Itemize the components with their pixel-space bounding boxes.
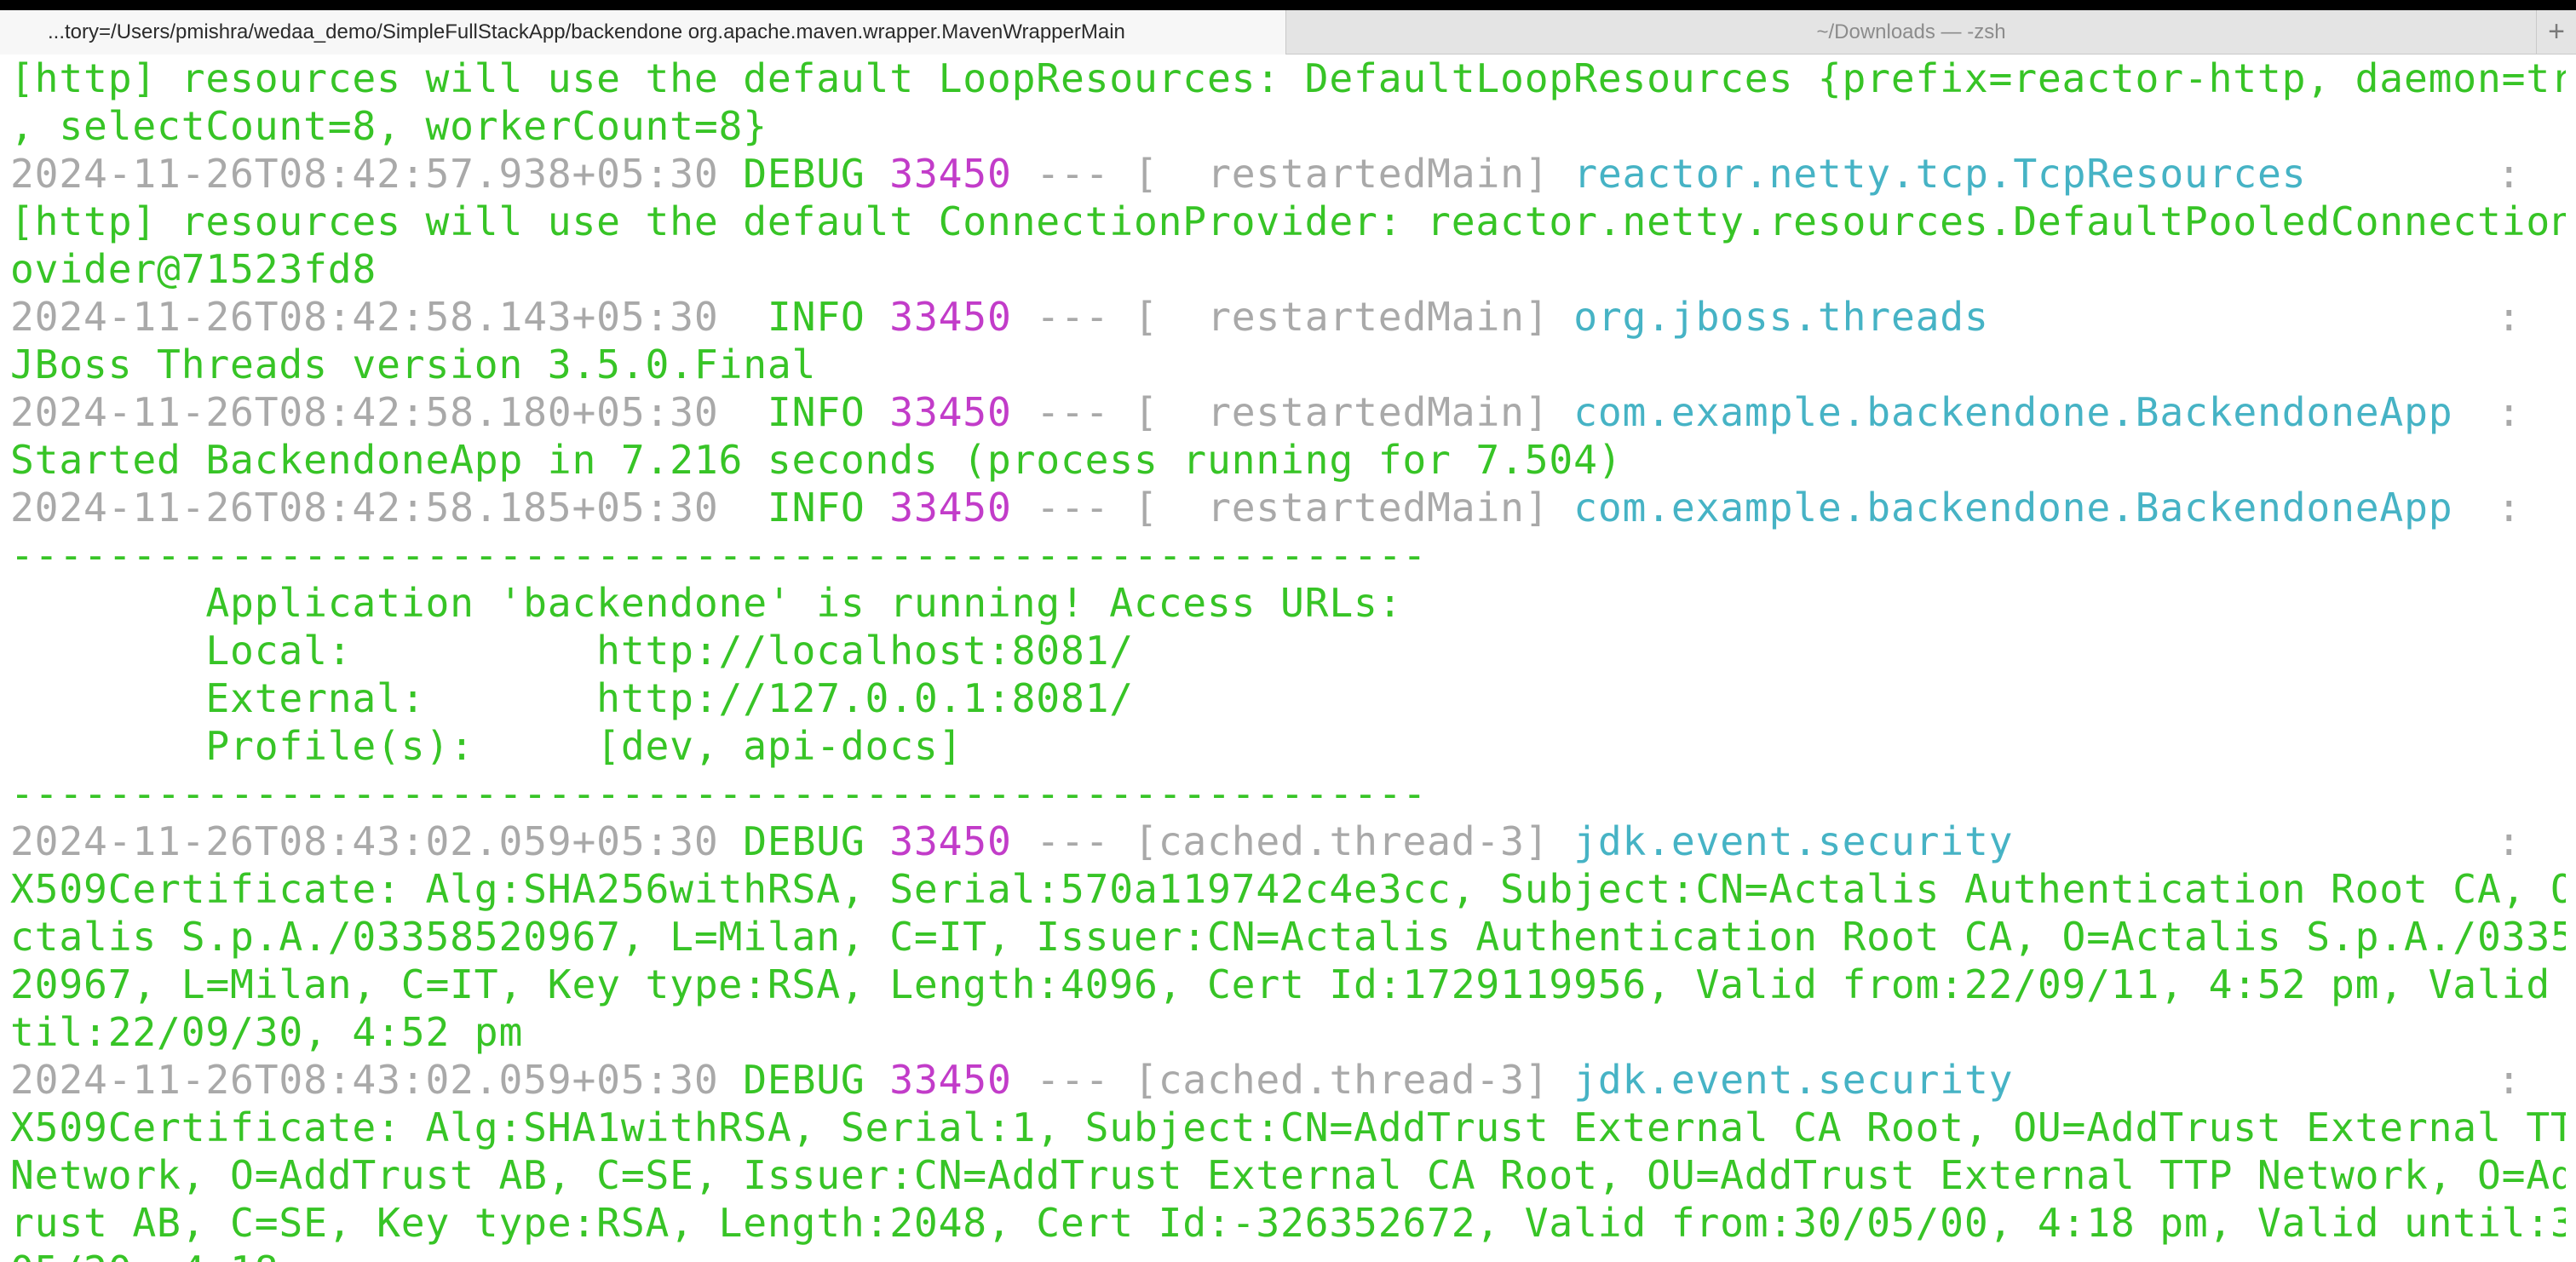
log-separator: --- — [1036, 485, 1110, 531]
log-timestamp: 2024-11-26T08:43:02.059+05:30 — [10, 818, 719, 864]
log-colon: : — [2497, 818, 2521, 864]
log-message-line: Started BackendoneApp in 7.216 seconds (… — [10, 437, 1623, 483]
log-header-line: 2024-11-26T08:42:57.938+05:30 DEBUG 3345… — [10, 150, 2566, 198]
log-pid: 33450 — [889, 389, 1012, 435]
log-colon: : — [2497, 1057, 2521, 1103]
log-level: DEBUG — [743, 151, 865, 197]
log-colon: : — [2497, 151, 2521, 197]
log-thread: [ restartedMain] — [1134, 294, 1550, 340]
log-message-line: [http] resources will use the default Lo… — [10, 55, 2566, 101]
log-message-line: til:22/09/30, 4:52 pm — [10, 1009, 524, 1055]
log-timestamp: 2024-11-26T08:42:57.938+05:30 — [10, 151, 719, 197]
log-thread: [ restartedMain] — [1134, 485, 1550, 531]
terminal-output[interactable]: [http] resources will use the default Lo… — [10, 54, 2566, 1262]
log-message-line: Application 'backendone' is running! Acc… — [10, 580, 1403, 626]
log-message-line: ----------------------------------------… — [10, 532, 1428, 578]
log-pid: 33450 — [889, 1057, 1012, 1103]
log-message-line: 20967, L=Milan, C=IT, Key type:RSA, Leng… — [10, 961, 2566, 1007]
log-logger: jdk.event.security — [1573, 1057, 2014, 1103]
log-message-line: Network, O=AddTrust AB, C=SE, Issuer:CN=… — [10, 1152, 2566, 1198]
log-colon: : — [2497, 485, 2521, 531]
log-logger: reactor.netty.tcp.TcpResources — [1573, 151, 2307, 197]
log-thread: [ restartedMain] — [1134, 389, 1550, 435]
log-separator: --- — [1036, 818, 1110, 864]
log-message-line: External: http://127.0.0.1:8081/ — [10, 675, 1134, 721]
log-message-line: X509Certificate: Alg:SHA256withRSA, Seri… — [10, 866, 2566, 912]
menu-bar-strip — [0, 0, 2576, 10]
log-message-line: ctalis S.p.A./03358520967, L=Milan, C=IT… — [10, 914, 2566, 960]
log-thread: [cached.thread-3] — [1134, 1057, 1550, 1103]
plus-icon: + — [2548, 15, 2565, 48]
tab-bar: ...tory=/Users/pmishra/wedaa_demo/Simple… — [0, 10, 2576, 54]
log-logger: com.example.backendone.BackendoneApp — [1573, 389, 2453, 435]
log-header-line: 2024-11-26T08:42:58.185+05:30 INFO 33450… — [10, 484, 2566, 531]
log-pid: 33450 — [889, 818, 1012, 864]
log-level: DEBUG — [743, 1057, 865, 1103]
log-message-line: rust AB, C=SE, Key type:RSA, Length:2048… — [10, 1200, 2566, 1246]
log-logger: jdk.event.security — [1573, 818, 2014, 864]
log-level: INFO — [743, 389, 865, 435]
log-header-line: 2024-11-26T08:43:02.059+05:30 DEBUG 3345… — [10, 817, 2566, 865]
log-pid: 33450 — [889, 294, 1012, 340]
log-level: DEBUG — [743, 818, 865, 864]
log-separator: --- — [1036, 151, 1110, 197]
log-message-line: JBoss Threads version 3.5.0.Final — [10, 341, 817, 387]
log-message-line: ovider@71523fd8 — [10, 246, 377, 292]
log-timestamp: 2024-11-26T08:42:58.143+05:30 — [10, 294, 719, 340]
log-message-line: Local: http://localhost:8081/ — [10, 628, 1134, 674]
log-header-line: 2024-11-26T08:42:58.180+05:30 INFO 33450… — [10, 388, 2566, 436]
log-thread: [cached.thread-3] — [1134, 818, 1550, 864]
tab-maven-wrapper[interactable]: ...tory=/Users/pmishra/wedaa_demo/Simple… — [0, 10, 1286, 54]
tab-downloads-zsh[interactable]: ~/Downloads — -zsh — [1286, 10, 2537, 54]
log-colon: : — [2497, 389, 2521, 435]
log-logger: com.example.backendone.BackendoneApp — [1573, 485, 2453, 531]
log-message-line: 05/20, 4:18 pm — [10, 1247, 2566, 1262]
log-message-line: [http] resources will use the default Co… — [10, 198, 2566, 244]
terminal-window: ...tory=/Users/pmishra/wedaa_demo/Simple… — [0, 0, 2576, 1262]
log-timestamp: 2024-11-26T08:43:02.059+05:30 — [10, 1057, 719, 1103]
log-separator: --- — [1036, 1057, 1110, 1103]
log-message-line: Profile(s): [dev, api-docs] — [10, 723, 963, 769]
log-colon: : — [2497, 294, 2521, 340]
log-pid: 33450 — [889, 151, 1012, 197]
log-level: INFO — [743, 485, 865, 531]
log-separator: --- — [1036, 389, 1110, 435]
log-header-line: 2024-11-26T08:42:58.143+05:30 INFO 33450… — [10, 293, 2566, 341]
log-message-line: ----------------------------------------… — [10, 771, 1428, 817]
log-timestamp: 2024-11-26T08:42:58.180+05:30 — [10, 389, 719, 435]
log-thread: [ restartedMain] — [1134, 151, 1550, 197]
log-separator: --- — [1036, 294, 1110, 340]
log-logger: org.jboss.threads — [1573, 294, 1989, 340]
log-message-line: , selectCount=8, workerCount=8} — [10, 103, 768, 149]
log-pid: 33450 — [889, 485, 1012, 531]
log-level: INFO — [743, 294, 865, 340]
log-timestamp: 2024-11-26T08:42:58.185+05:30 — [10, 485, 719, 531]
log-header-line: 2024-11-26T08:43:02.059+05:30 DEBUG 3345… — [10, 1056, 2566, 1104]
log-message-line: X509Certificate: Alg:SHA1withRSA, Serial… — [10, 1104, 2566, 1150]
new-tab-button[interactable]: + — [2537, 10, 2576, 54]
